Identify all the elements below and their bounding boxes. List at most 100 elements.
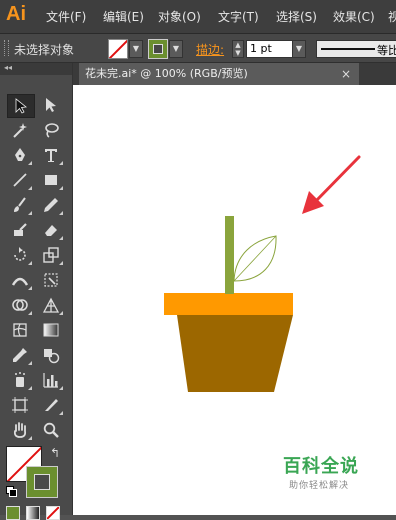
width-tool-icon	[11, 277, 29, 286]
direct-selection-icon	[46, 98, 56, 112]
rectangle-tool[interactable]	[38, 169, 64, 191]
default-colors-icon[interactable]	[6, 486, 17, 497]
menu-type[interactable]: 文字(T)	[218, 8, 259, 25]
eraser-tool[interactable]	[38, 219, 64, 241]
menu-view[interactable]: 视	[388, 8, 396, 25]
mesh-tool[interactable]	[7, 319, 33, 341]
menu-file[interactable]: 文件(F)	[46, 8, 86, 25]
shape-builder-icon	[12, 299, 28, 311]
gradient-icon	[43, 323, 59, 337]
control-bar: 未选择对象 ▼ ▼ 描边: ▲ ▼ 1 pt ▼ 等比	[0, 34, 396, 63]
pot-body	[177, 315, 293, 392]
color-mode-button[interactable]	[6, 506, 20, 520]
none-mode-button[interactable]	[46, 506, 60, 520]
rotate-tool[interactable]	[7, 244, 33, 266]
mesh-icon	[13, 323, 27, 337]
lasso-tool[interactable]	[38, 119, 64, 141]
menu-select[interactable]: 选择(S)	[276, 8, 317, 25]
pen-nib-icon	[15, 148, 25, 161]
eyedropper-tool[interactable]	[7, 344, 33, 366]
app-logo: Ai	[6, 3, 26, 25]
gradient-tool[interactable]	[38, 319, 64, 341]
document-tab-title: 花未完.ai* @ 100% (RGB/预览)	[85, 67, 248, 80]
line-segment-tool[interactable]	[7, 169, 33, 191]
fill-dropdown[interactable]: ▼	[129, 40, 143, 58]
plant-stem	[225, 216, 234, 294]
stroke-label[interactable]: 描边:	[196, 41, 224, 58]
rotate-icon	[14, 247, 26, 261]
pencil-tool[interactable]	[38, 194, 64, 216]
stroke-inner	[34, 474, 50, 490]
slice-knife-icon	[45, 399, 58, 411]
menu-effect[interactable]: 效果(C)	[333, 8, 375, 25]
scale-icon	[43, 247, 59, 263]
symbol-sprayer-tool[interactable]	[7, 369, 33, 391]
line-segment-icon	[13, 173, 27, 187]
blob-brush-tool[interactable]	[7, 219, 33, 241]
artboard-tool[interactable]	[7, 394, 33, 416]
selection-arrow-icon	[15, 98, 28, 114]
menu-bar: Ai 文件(F) 编辑(E) 对象(O) 文字(T) 选择(S) 效果(C) 视	[0, 0, 396, 34]
stroke-dropdown[interactable]: ▼	[169, 40, 183, 58]
stroke-weight-stepper[interactable]: ▲ ▼	[232, 40, 244, 58]
red-arrow-shaft	[312, 155, 361, 205]
artboard-canvas[interactable]: 百科全说 助你轻松解决	[73, 85, 396, 515]
perspective-grid-icon	[42, 297, 60, 313]
stroke-weight-input[interactable]: 1 pt	[246, 40, 296, 58]
eraser-icon	[45, 225, 57, 236]
rectangle-icon	[45, 175, 57, 185]
watermark: 百科全说 助你轻松解决	[283, 452, 359, 491]
artboard-icon	[12, 397, 28, 413]
panel-collapse-icon[interactable]: ◂◂	[4, 63, 12, 72]
zoom-tool[interactable]	[38, 419, 64, 441]
swap-colors-icon[interactable]: ↰	[50, 446, 60, 460]
selection-status: 未选择对象	[14, 43, 75, 57]
free-transform-icon	[44, 273, 58, 287]
blend-tool[interactable]	[38, 344, 64, 366]
watermark-subtitle: 助你轻松解决	[289, 481, 350, 491]
tools-panel: ◂◂ ↰	[0, 63, 73, 520]
slice-tool[interactable]	[38, 394, 64, 416]
column-graph-icon	[43, 373, 58, 388]
grip-handle[interactable]	[4, 40, 9, 56]
flowerpot-artwork	[164, 155, 361, 392]
document-tab-bar: 花未完.ai* @ 100% (RGB/预览) ×	[73, 63, 396, 85]
scale-tool[interactable]	[38, 244, 64, 266]
eyedropper-icon	[13, 348, 27, 362]
stroke-weight-dropdown[interactable]: ▼	[292, 40, 306, 58]
magnifier-icon	[43, 422, 59, 438]
lasso-icon	[45, 123, 59, 138]
hand-icon	[13, 422, 27, 438]
stroke-swatch[interactable]	[148, 39, 168, 59]
column-graph-tool[interactable]	[38, 369, 64, 391]
close-tab-icon[interactable]: ×	[341, 63, 351, 85]
width-tool[interactable]	[7, 269, 33, 291]
stroke-color-box[interactable]	[26, 466, 58, 498]
direct-selection-tool[interactable]	[38, 94, 64, 116]
type-t-icon	[45, 149, 57, 162]
perspective-grid-tool[interactable]	[38, 294, 64, 316]
magic-wand-tool[interactable]	[7, 119, 33, 141]
menu-edit[interactable]: 编辑(E)	[103, 8, 144, 25]
blob-brush-icon	[14, 223, 27, 236]
pen-tool[interactable]	[7, 144, 33, 166]
document-tab[interactable]: 花未完.ai* @ 100% (RGB/预览) ×	[79, 63, 359, 85]
menu-object[interactable]: 对象(O)	[158, 8, 201, 25]
pencil-icon	[44, 198, 58, 212]
paintbrush-tool[interactable]	[7, 194, 33, 216]
shape-builder-tool[interactable]	[7, 294, 33, 316]
fill-swatch[interactable]	[108, 39, 128, 59]
free-transform-tool[interactable]	[38, 269, 64, 291]
line-style-label: 等比	[377, 44, 396, 57]
type-tool[interactable]	[38, 144, 64, 166]
blend-icon	[44, 349, 60, 364]
watermark-title: 百科全说	[283, 456, 359, 477]
hand-tool[interactable]	[7, 419, 33, 441]
magic-wand-icon	[13, 123, 27, 138]
paintbrush-icon	[14, 197, 26, 212]
selection-tool[interactable]	[7, 94, 35, 118]
panel-header: ◂◂	[0, 63, 72, 75]
line-style-select[interactable]: 等比	[316, 40, 396, 58]
gradient-mode-button[interactable]	[26, 506, 40, 520]
pot-rim	[164, 293, 293, 315]
